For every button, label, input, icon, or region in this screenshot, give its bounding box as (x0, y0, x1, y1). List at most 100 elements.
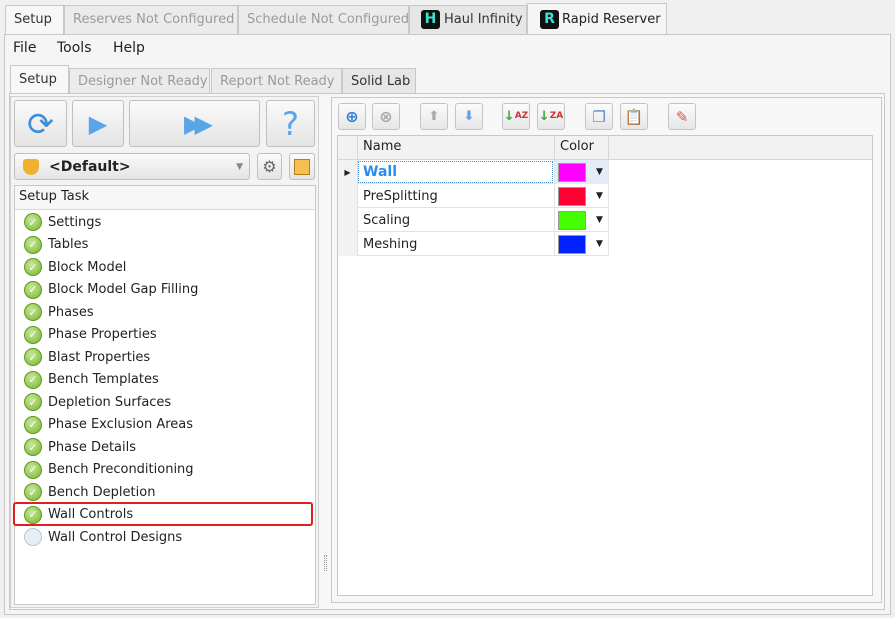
task-item[interactable]: ✓ Bench Templates (24, 369, 314, 391)
inner-tab-designer[interactable]: Designer Not Ready (69, 68, 210, 93)
rapid-reserver-logo-icon: R (540, 10, 559, 29)
menu-tools[interactable]: Tools (57, 40, 92, 56)
task-label: Phases (48, 304, 94, 320)
color-swatch (558, 186, 586, 206)
task-label: Phase Details (48, 439, 137, 455)
check-circle-icon: ✓ (24, 415, 42, 434)
cell-color[interactable]: ▼ (554, 184, 609, 208)
sort-descending-button[interactable]: ↓ ZA (537, 103, 565, 130)
grid-row[interactable]: PreSplitting ▼ (338, 184, 609, 208)
inner-tab-report[interactable]: Report Not Ready (211, 68, 342, 93)
delete-button[interactable]: ⊗ (372, 103, 400, 130)
move-down-button[interactable]: ⬇ (455, 103, 483, 130)
chevron-down-icon[interactable]: ▼ (596, 239, 603, 249)
splitter-grip[interactable] (324, 555, 327, 571)
task-item[interactable]: ✓ Settings (24, 211, 314, 233)
menu-help[interactable]: Help (113, 40, 145, 56)
haul-infinity-logo-icon: H (421, 10, 440, 29)
row-indicator: ▶ (338, 160, 357, 184)
column-header-color[interactable]: Color (554, 136, 609, 160)
check-circle-icon: ✓ (24, 235, 42, 254)
check-circle-icon: ✓ (24, 213, 42, 231)
chevron-down-icon[interactable]: ▼ (596, 215, 603, 225)
column-header-name[interactable]: Name (357, 136, 554, 160)
inner-tab-solid-lab[interactable]: Solid Lab (342, 68, 416, 93)
tab-label: Haul Infinity (444, 12, 523, 27)
arrow-down-icon: ⬇ (463, 109, 475, 124)
eraser-icon: ✎ (675, 107, 689, 126)
cell-name[interactable]: Scaling (357, 208, 554, 232)
task-item[interactable]: ✓ Bench Preconditioning (24, 459, 314, 481)
task-item[interactable]: ✓ Phase Exclusion Areas (24, 414, 314, 436)
fast-forward-icon: ▶▶ (184, 109, 213, 138)
color-swatch (558, 234, 586, 254)
task-item[interactable]: ✓ Phase Details (24, 436, 314, 458)
run-all-button[interactable]: ▶▶ (129, 100, 260, 147)
empty-circle-icon (24, 528, 42, 546)
task-label: Bench Templates (48, 372, 159, 387)
chevron-down-icon[interactable]: ▼ (596, 191, 603, 201)
task-label: Settings (48, 214, 102, 230)
refresh-button[interactable]: ⟳ (14, 100, 67, 147)
cell-name[interactable]: PreSplitting (357, 184, 554, 208)
task-item[interactable]: ✓ Blast Properties (24, 346, 314, 368)
task-label: Phase Exclusion Areas (48, 417, 194, 432)
cell-name[interactable]: Meshing (357, 232, 554, 256)
profile-mask-icon (23, 158, 39, 175)
cell-color[interactable]: ▼ (554, 208, 609, 232)
grid-row[interactable]: Meshing ▼ (338, 232, 609, 256)
row-indicator (338, 208, 357, 232)
help-button[interactable]: ? (266, 100, 315, 147)
inner-tab-setup[interactable]: Setup (10, 65, 69, 95)
task-item[interactable]: ✓ Block Model (24, 256, 314, 278)
paste-button[interactable]: 📋 (620, 103, 648, 130)
check-circle-icon: ✓ (24, 393, 42, 411)
top-tab-reserves[interactable]: Reserves Not Configured (64, 5, 238, 34)
tab-label: Rapid Reserver (562, 12, 661, 27)
sort-ascending-button[interactable]: ↓ AZ (502, 103, 530, 130)
task-item[interactable]: ✓ Bench Depletion (24, 481, 314, 503)
grid-row[interactable]: Scaling ▼ (338, 208, 609, 232)
profile-note-button[interactable] (289, 153, 315, 180)
task-item[interactable]: ✓ Block Model Gap Filling (24, 279, 314, 301)
task-label: Depletion Surfaces (48, 394, 172, 410)
sort-za-icon: ZA (549, 111, 564, 121)
top-tab-schedule[interactable]: Schedule Not Configured (238, 5, 409, 34)
grid-row[interactable]: ▶ Wall ▼ (338, 160, 609, 184)
selected-highlight (13, 502, 313, 526)
note-icon (294, 158, 310, 175)
chevron-down-icon[interactable]: ▼ (596, 167, 603, 177)
cell-color[interactable]: ▼ (554, 232, 609, 256)
task-item[interactable]: Wall Control Designs (24, 526, 314, 548)
sort-arrow-icon: ↓ (538, 109, 550, 124)
menu-file[interactable]: File (13, 40, 36, 56)
check-circle-icon: ✓ (24, 303, 42, 321)
check-circle-icon: ✓ (24, 460, 42, 479)
task-item[interactable]: ✓ Phase Properties (24, 324, 314, 346)
add-button[interactable]: ⊕ (338, 103, 366, 130)
copy-button[interactable]: ❐ (585, 103, 613, 130)
help-icon: ? (282, 104, 299, 143)
cell-color[interactable]: ▼ (554, 160, 609, 184)
clear-button[interactable]: ✎ (668, 103, 696, 130)
task-item[interactable]: ✓ Depletion Surfaces (24, 391, 314, 413)
task-item[interactable]: ✓ Phases (24, 301, 314, 323)
profile-value: <Default> (49, 158, 131, 175)
check-circle-icon: ✓ (24, 280, 42, 299)
task-label: Block Model (48, 259, 127, 275)
check-circle-icon: ✓ (24, 258, 42, 276)
top-tab-setup[interactable]: Setup (5, 5, 64, 34)
task-label: Tables (48, 237, 89, 252)
profile-dropdown[interactable]: <Default> ▼ (14, 153, 250, 180)
task-item[interactable]: ✓ Tables (24, 234, 314, 256)
run-button[interactable]: ▶ (72, 100, 124, 147)
setup-task-header: Setup Task (15, 186, 315, 210)
profile-settings-button[interactable]: ⚙ (257, 153, 282, 180)
move-up-button[interactable]: ⬆ (420, 103, 448, 130)
cell-name[interactable]: Wall (357, 160, 554, 184)
play-icon: ▶ (88, 109, 108, 138)
copy-icon: ❐ (592, 107, 606, 126)
check-circle-icon: ✓ (24, 370, 42, 389)
sort-az-icon: AZ (514, 111, 529, 121)
row-indicator (338, 184, 357, 208)
